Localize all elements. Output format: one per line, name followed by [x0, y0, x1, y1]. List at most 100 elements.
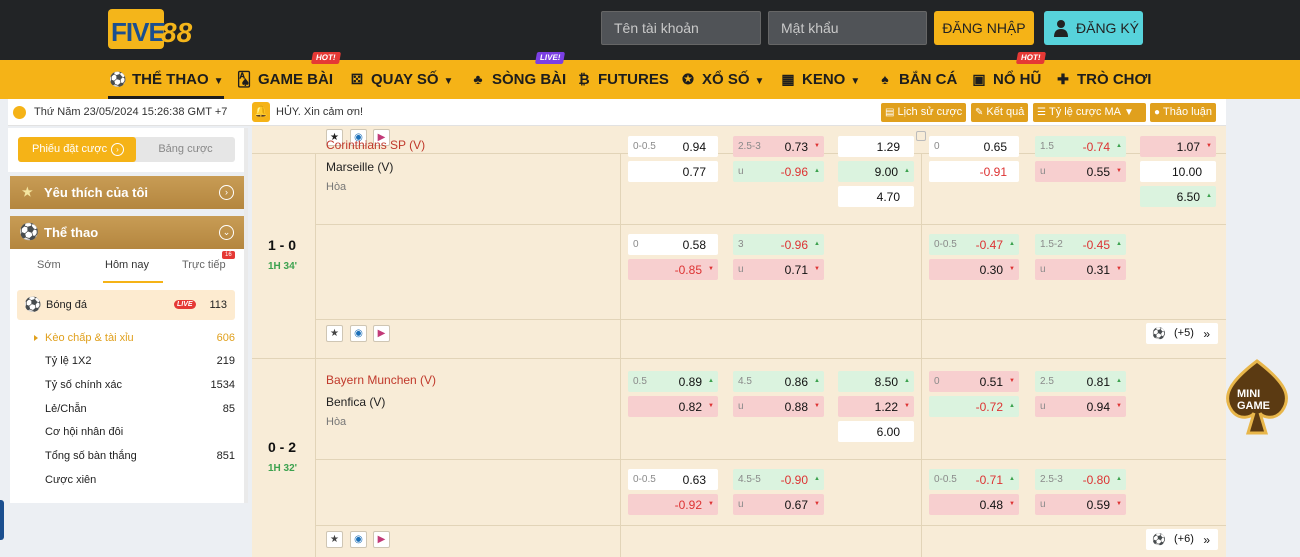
password-input[interactable] — [768, 11, 927, 45]
register-label: ĐĂNG KÝ — [1076, 20, 1140, 36]
market-item-correct-score[interactable]: Tỷ số chính xác 1534 — [45, 379, 235, 391]
odds-button[interactable]: 10.00 — [1140, 161, 1216, 182]
odds-button[interactable]: u 0.55 ▼ — [1035, 161, 1126, 182]
market-item-total-goals[interactable]: Tổng số bàn thắng 851 — [45, 450, 235, 462]
sports-header[interactable]: ⚽ Thể thao ⌄ — [10, 216, 244, 249]
odds-button[interactable]: u -0.96 ▲ — [733, 161, 824, 182]
tab-today[interactable]: Hôm nay — [105, 259, 149, 271]
away-team-name[interactable]: Marseille (V) — [326, 160, 393, 174]
odds-button[interactable]: 0.5 0.89 ▲ — [628, 371, 718, 392]
nav-item-game-bai[interactable]: HOT! 🂡 GAME BÀI — [234, 52, 341, 99]
market-item-handicap[interactable]: Kèo chấp & tài xỉu 606 — [34, 332, 235, 344]
odds-button[interactable]: 6.00 — [838, 421, 914, 442]
odds-button[interactable]: u 0.67 ▼ — [733, 494, 824, 515]
odds-button[interactable]: 0.30 ▼ — [929, 259, 1019, 280]
username-input[interactable] — [601, 11, 761, 45]
nav-item-xo-so[interactable]: ✪ XỔ SỐ ▼ — [678, 60, 764, 99]
odds-type-dropdown[interactable]: ☰ Tỷ lệ cược MA ▼ — [1033, 103, 1146, 122]
watch-eye-icon[interactable]: ◉ — [350, 325, 367, 342]
play-video-icon[interactable]: ▶ — [373, 325, 390, 342]
football-item[interactable]: ⚽ Bóng đá LIVE 113 — [17, 290, 235, 320]
odds-button[interactable]: u 0.59 ▼ — [1035, 494, 1126, 515]
nav-item-tro-choi[interactable]: ✚ TRÒ CHƠI — [1053, 60, 1151, 99]
odds-button[interactable]: 0-0.5 0.94 — [628, 136, 718, 157]
market-item-1x2[interactable]: Tỷ lệ 1X2 219 — [45, 355, 235, 367]
market-item-double-chance[interactable]: Cơ hội nhân đôi — [45, 426, 235, 438]
odds-button[interactable]: 0 0.58 — [628, 234, 718, 255]
nav-item-song-bai[interactable]: LIVE! ♣ SÒNG BÀI — [468, 52, 566, 99]
odds-button[interactable]: 1.5 -0.74 ▲ — [1035, 136, 1126, 157]
odds-button[interactable]: u 0.31 ▼ — [1035, 259, 1126, 280]
bet-board-tab[interactable]: Bảng cược — [136, 137, 235, 162]
nav-label: KENO — [802, 71, 846, 88]
chevron-down-icon: ▼ — [850, 76, 861, 87]
odds-button[interactable]: 4.70 — [838, 186, 914, 207]
mini-game-button[interactable]: MINI GAME — [1218, 357, 1296, 439]
odds-button[interactable]: -0.92 ▼ — [628, 494, 718, 515]
register-button[interactable]: ĐĂNG KÝ — [1044, 11, 1143, 45]
odds-button[interactable]: 0.48 ▼ — [929, 494, 1019, 515]
bet-slip-tab[interactable]: Phiếu đặt cược › — [18, 137, 136, 162]
odds-button[interactable]: 1.5-2 -0.45 ▲ — [1035, 234, 1126, 255]
nav-item-futures[interactable]: ₿ FUTURES — [574, 60, 669, 99]
bitcoin-icon: ₿ — [578, 71, 590, 87]
sidebar-scrollbar[interactable] — [244, 128, 248, 503]
five88-logo[interactable]: FIVE 88 — [108, 9, 192, 49]
play-video-icon[interactable]: ▶ — [373, 531, 390, 548]
tab-live[interactable]: Trực tiếp — [182, 259, 226, 271]
away-team-name[interactable]: Benfica (V) — [326, 395, 385, 409]
arrow-down-icon: ▼ — [1116, 403, 1122, 409]
more-markets-button[interactable]: ⚽ (+5) » — [1146, 323, 1218, 344]
home-team-name[interactable]: Bayern Munchen (V) — [326, 373, 436, 387]
odds-button[interactable]: -0.72 ▲ — [929, 396, 1019, 417]
odds-button[interactable]: 3 -0.96 ▲ — [733, 234, 824, 255]
divider — [315, 319, 1226, 320]
home-team-name[interactable]: Corinthians SP (V) — [326, 138, 425, 152]
odds-button[interactable]: 8.50 ▲ — [838, 371, 914, 392]
odds-button[interactable]: 0 0.65 — [929, 136, 1019, 157]
discussion-button[interactable]: ● Thảo luận — [1150, 103, 1216, 122]
results-button[interactable]: ✎ Kết quả — [971, 103, 1029, 122]
odds-button[interactable]: -0.85 ▼ — [628, 259, 718, 280]
nav-item-ban-ca[interactable]: ♠ BẮN CÁ — [875, 60, 957, 99]
odds-button[interactable]: 0-0.5 0.63 — [628, 469, 718, 490]
odds-button[interactable]: 2.5-3 -0.80 ▲ — [1035, 469, 1126, 490]
market-label: Tỷ số chính xác — [45, 379, 123, 391]
odds-button[interactable]: 4.5 0.86 ▲ — [733, 371, 824, 392]
favorites-header[interactable]: ★ Yêu thích của tôi › — [10, 176, 244, 209]
odds-button[interactable]: u 0.88 ▼ — [733, 396, 824, 417]
odds-button[interactable]: 2.5 0.81 ▲ — [1035, 371, 1126, 392]
odds-button[interactable]: u 0.71 ▼ — [733, 259, 824, 280]
nav-item-keno[interactable]: ▦ KENO ▼ — [778, 60, 860, 99]
market-item-parlay[interactable]: Cược xiên — [45, 474, 235, 486]
odds-button[interactable]: 0-0.5 -0.47 ▲ — [929, 234, 1019, 255]
login-button[interactable]: ĐĂNG NHẬP — [934, 11, 1034, 45]
odds-button[interactable]: 4.5-5 -0.90 ▲ — [733, 469, 824, 490]
odds-button[interactable]: 9.00 ▲ — [838, 161, 914, 182]
more-markets-button[interactable]: ⚽ (+6) » — [1146, 529, 1218, 550]
odds-button[interactable]: 0.82 ▼ — [628, 396, 718, 417]
odds-button[interactable]: 0 0.51 ▼ — [929, 371, 1019, 392]
odds-button[interactable]: 2.5-3 0.73 ▼ — [733, 136, 824, 157]
odds-button[interactable]: 0-0.5 -0.71 ▲ — [929, 469, 1019, 490]
nav-item-no-hu[interactable]: HOT! ▣ NỔ HŨ — [969, 52, 1046, 99]
odds-button[interactable]: 1.22 ▼ — [838, 396, 914, 417]
watch-eye-icon[interactable]: ◉ — [350, 531, 367, 548]
nav-item-quay-so[interactable]: ⚄ QUAY SỐ ▼ — [347, 60, 454, 99]
active-tab-indicator — [103, 281, 163, 283]
market-item-odd-even[interactable]: Lẻ/Chẵn 85 — [45, 403, 235, 415]
arrow-down-icon: ▼ — [814, 266, 820, 272]
handicap-line: 1.5-2 — [1040, 239, 1063, 250]
bet-history-button[interactable]: ▤ Lịch sử cược — [881, 103, 967, 122]
odds-button[interactable]: 0.77 — [628, 161, 718, 182]
favorite-star-icon[interactable]: ★ — [326, 531, 343, 548]
favorite-star-icon[interactable]: ★ — [326, 325, 343, 342]
odds-button[interactable]: u 0.94 ▼ — [1035, 396, 1126, 417]
tab-early[interactable]: Sớm — [37, 259, 61, 271]
odds-button[interactable]: -0.91 — [929, 161, 1019, 182]
odds-button[interactable]: 1.29 — [838, 136, 914, 157]
odds-button[interactable]: 6.50 ▲ — [1140, 186, 1216, 207]
nav-item-the-thao[interactable]: ⚽ THỂ THAO ▼ — [108, 60, 224, 99]
odds-button[interactable]: 1.07 ▼ — [1140, 136, 1216, 157]
side-widget-tab[interactable] — [0, 500, 4, 540]
